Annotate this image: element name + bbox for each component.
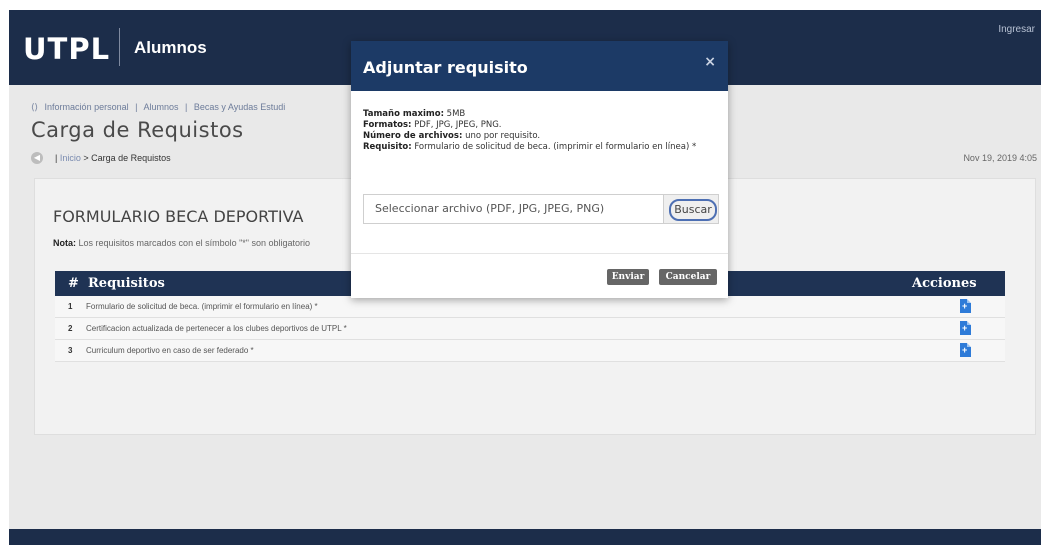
note-label: Nota: [53, 238, 76, 248]
breadcrumb-home[interactable]: Inicio [60, 153, 81, 163]
crumb-item[interactable]: Alumnos [143, 102, 178, 112]
login-link[interactable]: Ingresar [998, 24, 1035, 35]
row-number: 2 [68, 324, 73, 333]
upload-file-icon[interactable]: + [960, 343, 971, 357]
crumb-item[interactable]: Información personal [45, 102, 129, 112]
table-row: 3 Curriculum deportivo en caso de ser fe… [55, 340, 1005, 362]
modal-title: Adjuntar requisito [363, 58, 528, 77]
breadcrumb: | Inicio > Carga de Requistos [55, 153, 171, 163]
crumb-item[interactable]: Becas y Ayudas Estudi [194, 102, 285, 112]
upload-file-icon[interactable]: + [960, 321, 971, 335]
site-footer [9, 529, 1041, 545]
note: Nota: Los requisitos marcados con el sím… [53, 238, 310, 248]
upload-file-icon[interactable]: + [960, 299, 971, 313]
logo-divider [119, 28, 120, 66]
col-requirements: Requisitos [88, 276, 165, 291]
size-label: Tamaño maximo: [363, 109, 444, 119]
page-title: Carga de Requistos [31, 118, 244, 142]
file-placeholder: Seleccionar archivo (PDF, JPG, JPEG, PNG… [375, 202, 605, 215]
size-value: 5MB [446, 109, 466, 119]
row-text: Certificacion actualizada de pertenecer … [86, 324, 347, 333]
panel-title: FORMULARIO BECA DEPORTIVA [53, 207, 304, 226]
browse-label: Buscar [669, 199, 717, 221]
modal-header: Adjuntar requisito × [351, 41, 728, 91]
logo-subtitle: Alumnos [134, 38, 207, 57]
file-upload-field[interactable]: Seleccionar archivo (PDF, JPG, JPEG, PNG… [363, 194, 719, 224]
row-text: Formulario de solicitud de beca. (imprim… [86, 302, 318, 311]
table-row: 1 Formulario de solicitud de beca. (impr… [55, 296, 1005, 318]
send-button[interactable]: Enviar [607, 269, 649, 285]
top-strip [0, 0, 1041, 10]
formats-value: PDF, JPG, JPEG, PNG. [414, 120, 502, 130]
top-nav-crumbs: ⟨⟩ Información personal | Alumnos | Beca… [31, 102, 286, 112]
table-row: 2 Certificacion actualizada de pertenece… [55, 318, 1005, 340]
row-number: 3 [68, 346, 73, 355]
col-actions: Acciones [912, 276, 977, 291]
requirement-label: Requisito: [363, 142, 412, 152]
formats-label: Formatos: [363, 120, 412, 130]
date-label: Nov 19, 2019 4:05 [963, 153, 1037, 163]
attach-requirement-modal: Adjuntar requisito × Tamaño maximo: 5MB … [351, 41, 728, 298]
files-value: uno por requisito. [465, 131, 541, 141]
page: UTPL Alumnos Ingresar ⟨⟩ Información per… [9, 10, 1041, 545]
files-label: Número de archivos: [363, 131, 463, 141]
crumb-nav-icon[interactable]: ⟨⟩ [31, 102, 38, 112]
row-number: 1 [68, 302, 73, 311]
requirement-value: Formulario de solicitud de beca. (imprim… [414, 142, 697, 152]
back-icon[interactable]: ◀ [31, 152, 43, 164]
close-icon[interactable]: × [704, 54, 716, 70]
modal-divider [351, 253, 728, 254]
modal-info: Tamaño maximo: 5MB Formatos: PDF, JPG, J… [363, 109, 723, 153]
cancel-button[interactable]: Cancelar [659, 269, 717, 285]
browse-button[interactable]: Buscar [663, 195, 718, 223]
note-text: Los requisitos marcados con el símbolo "… [78, 238, 311, 248]
utpl-logo[interactable]: UTPL [23, 32, 110, 66]
breadcrumb-current: > Carga de Requistos [83, 153, 171, 163]
col-number: # [68, 276, 79, 291]
row-text: Curriculum deportivo en caso de ser fede… [86, 346, 254, 355]
